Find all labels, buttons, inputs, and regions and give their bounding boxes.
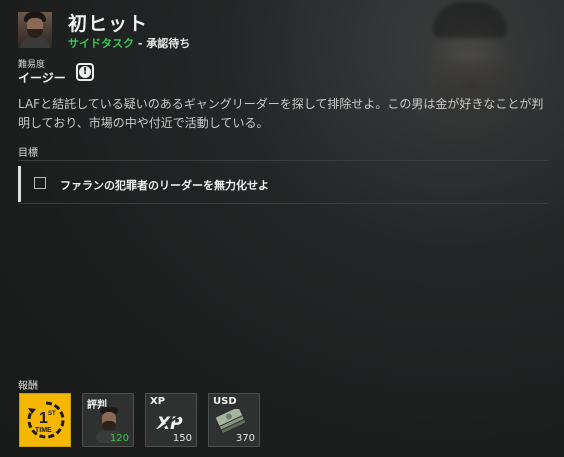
- reward-xp-amount: 150: [172, 433, 192, 444]
- svg-text:ST: ST: [48, 411, 56, 417]
- mission-description: LAFと結託している疑いのあるギャングリーダーを探して排除せよ。この男は金が好き…: [18, 97, 544, 130]
- objective-active-indicator: [18, 166, 21, 202]
- reward-usd-header: USD: [213, 396, 237, 407]
- svg-text:TIME: TIME: [35, 427, 52, 434]
- rewards-label: 報酬: [18, 381, 38, 392]
- objectives-divider-top: [18, 160, 548, 161]
- reward-usd[interactable]: USD 370: [208, 393, 260, 447]
- first-time-icon: 1 ST TIME: [27, 401, 65, 439]
- objective-item[interactable]: ファランの犯罪者のリーダーを無力化せよ: [18, 166, 548, 202]
- objective-text: ファランの犯罪者のリーダーを無力化せよ: [60, 179, 269, 192]
- mission-giver-avatar: [18, 12, 52, 48]
- difficulty-info-icon[interactable]: !: [76, 63, 94, 81]
- mission-status: 承認待ち: [146, 37, 191, 50]
- objectives-label: 目標: [18, 148, 38, 159]
- reward-xp[interactable]: XP XP 150: [145, 393, 197, 447]
- objective-checkbox: [34, 177, 46, 189]
- mission-title: 初ヒット: [68, 13, 149, 35]
- difficulty-value: イージー: [18, 71, 66, 85]
- objectives-divider-bottom: [18, 203, 548, 204]
- reward-xp-header: XP: [150, 396, 166, 407]
- svg-text:1: 1: [39, 410, 48, 427]
- reward-reputation-amount: 120: [109, 433, 129, 444]
- reward-reputation[interactable]: 評判 120: [82, 393, 134, 447]
- reward-first-time[interactable]: 1 ST TIME: [19, 393, 71, 447]
- mission-subtitle: サイドタスク - 承認待ち: [68, 35, 190, 51]
- subtitle-separator: -: [134, 37, 147, 50]
- cash-stack-icon: [216, 409, 246, 433]
- reward-usd-amount: 370: [235, 433, 255, 444]
- mission-type: サイドタスク: [68, 37, 134, 50]
- xp-icon: XP: [155, 411, 186, 434]
